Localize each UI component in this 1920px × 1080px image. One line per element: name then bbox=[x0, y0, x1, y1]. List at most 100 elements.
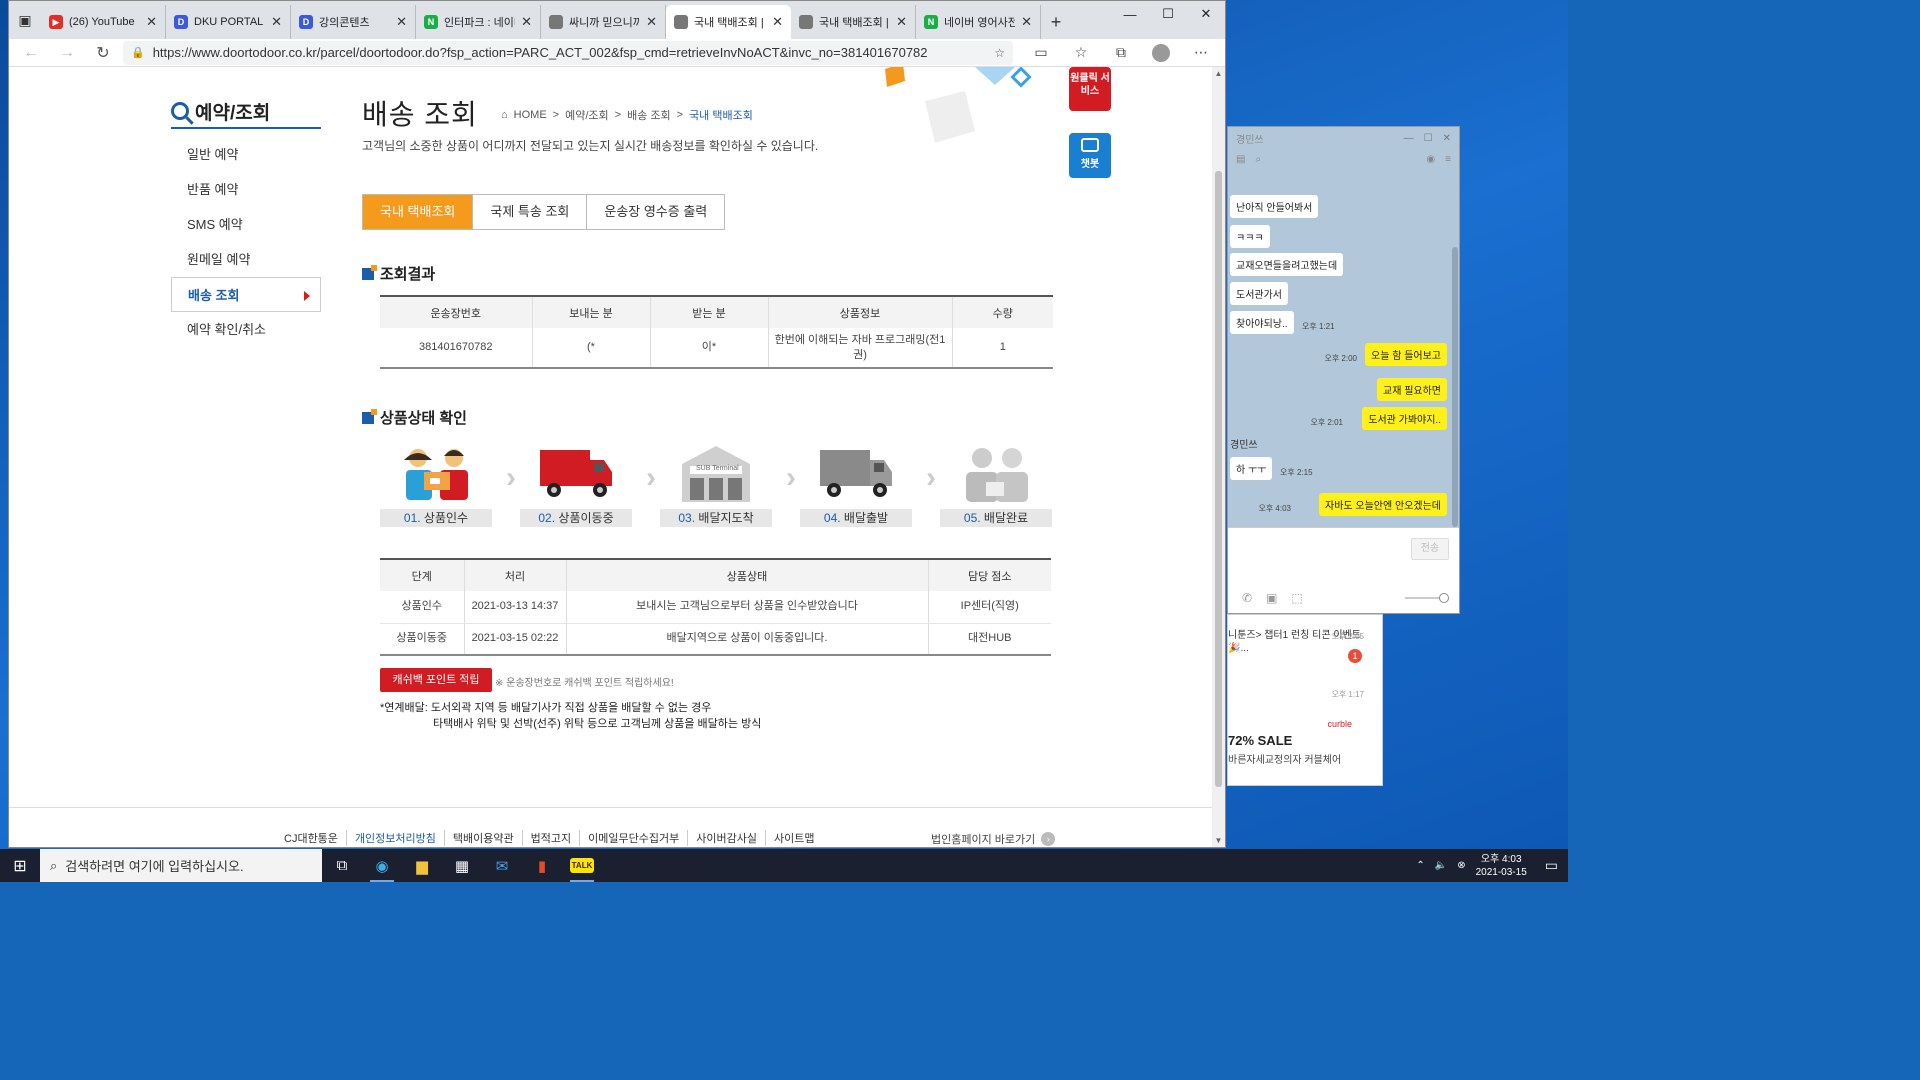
breadcrumb-item[interactable]: 배송 조회 bbox=[627, 107, 671, 123]
corporate-link[interactable]: 법인홈페이지 바로가기 › bbox=[931, 831, 1056, 847]
chat-maximize-icon[interactable]: ☐ bbox=[1424, 133, 1433, 144]
tab-close-icon[interactable]: ✕ bbox=[896, 14, 907, 30]
result-cell: 381401670782 bbox=[380, 328, 532, 369]
breadcrumb-item[interactable]: HOME bbox=[514, 109, 547, 121]
footer-link[interactable]: 사이트맵 bbox=[764, 830, 822, 846]
browser-tab[interactable]: D 강의콘텐츠 ✕ bbox=[291, 5, 416, 39]
kakaotalk-icon[interactable]: TALK bbox=[562, 849, 602, 882]
footer-link[interactable]: 법적고지 bbox=[521, 830, 579, 846]
chat-scrollbar[interactable] bbox=[1452, 247, 1458, 527]
browser-tab[interactable]: D DKU PORTAL ✕ bbox=[166, 5, 291, 39]
calendar-icon[interactable]: ▣ bbox=[1266, 591, 1277, 605]
page-scrollbar[interactable]: ▲ ▼ bbox=[1212, 67, 1225, 847]
sidebar-item[interactable]: 예약 확인/취소 bbox=[171, 312, 321, 347]
split-screen-icon[interactable]: ▭ bbox=[1023, 40, 1059, 66]
browser-tab[interactable]: N 인터파크 : 네이바 ✕ bbox=[416, 5, 541, 39]
task-view-icon[interactable]: ⧉ bbox=[322, 849, 362, 882]
breadcrumb-item[interactable]: 국내 택배조회 bbox=[689, 107, 753, 123]
tab-close-icon[interactable]: ✕ bbox=[646, 14, 657, 30]
collections-icon[interactable]: ⧉ bbox=[1103, 40, 1139, 66]
edge-icon[interactable]: ◉ bbox=[362, 849, 402, 882]
step-name: 배달출발 bbox=[843, 511, 889, 525]
tab-close-icon[interactable]: ✕ bbox=[146, 14, 157, 30]
capture-icon[interactable]: ⬚ bbox=[1291, 591, 1302, 605]
tray-expand-icon[interactable]: ⌃ bbox=[1416, 860, 1424, 871]
taskbar-search[interactable]: ⌕ 검색하려면 여기에 입력하십시오. bbox=[40, 849, 322, 882]
chat-menu-icon[interactable]: ≡ bbox=[1445, 154, 1451, 165]
tab-close-icon[interactable]: ✕ bbox=[271, 14, 282, 30]
send-button[interactable]: 전송 bbox=[1411, 538, 1449, 560]
refresh-icon[interactable]: ↻ bbox=[87, 40, 119, 66]
sidebar-item[interactable]: SMS 예약 bbox=[171, 207, 321, 242]
more-icon[interactable]: ⋯ bbox=[1183, 40, 1219, 66]
office-icon[interactable]: ▮ bbox=[522, 849, 562, 882]
add-favorite-icon[interactable]: ☆ bbox=[994, 46, 1005, 60]
browser-tab[interactable]: 국내 택배조회 | 배 ✕ bbox=[666, 5, 791, 39]
opacity-slider[interactable] bbox=[1405, 593, 1449, 603]
footer-link[interactable]: 사이버감사실 bbox=[687, 830, 765, 846]
back-icon[interactable]: ← bbox=[15, 40, 47, 66]
status-step-label: 02. 상품이동중 bbox=[520, 509, 632, 527]
close-icon[interactable]: ✕ bbox=[1187, 1, 1225, 27]
clock[interactable]: 오후 4:03 2021-03-15 bbox=[1476, 853, 1527, 879]
network-icon[interactable]: ⊗ bbox=[1457, 860, 1465, 871]
query-tab[interactable]: 국제 특송 조회 bbox=[473, 195, 588, 229]
tab-close-icon[interactable]: ✕ bbox=[521, 14, 532, 30]
history-cell: 상품인수 bbox=[380, 591, 464, 624]
chat-drawer-icon[interactable]: ▤ bbox=[1236, 154, 1245, 165]
step-number: 05. bbox=[963, 511, 981, 525]
profile-avatar[interactable] bbox=[1143, 40, 1179, 66]
call-icon[interactable]: ✆ bbox=[1242, 591, 1252, 605]
maximize-icon[interactable]: ☐ bbox=[1149, 1, 1187, 27]
mail-icon[interactable]: ✉ bbox=[482, 849, 522, 882]
sidebar-item[interactable]: 일반 예약 bbox=[171, 137, 321, 172]
sidebar-item[interactable]: 원메일 예약 bbox=[171, 242, 321, 277]
tab-close-icon[interactable]: ✕ bbox=[772, 14, 783, 30]
minimize-icon[interactable]: — bbox=[1111, 1, 1149, 27]
favorites-icon[interactable]: ☆ bbox=[1063, 40, 1099, 66]
browser-tab[interactable]: N 네이버 영어사전 ✕ bbox=[916, 5, 1041, 39]
new-tab-button[interactable]: + bbox=[1041, 5, 1071, 39]
result-heading: 조회결과 bbox=[362, 263, 435, 284]
browser-tab[interactable]: 싸니까 믿으니까 ✕ bbox=[541, 5, 666, 39]
scrollbar-thumb[interactable] bbox=[1215, 171, 1222, 787]
status-step-label: 03. 배달지도착 bbox=[660, 509, 772, 527]
browser-tab[interactable]: ▶ (26) YouTube ✕ bbox=[41, 5, 166, 39]
volume-icon[interactable]: 🔈 bbox=[1435, 860, 1447, 871]
chat-minimize-icon[interactable]: — bbox=[1404, 133, 1414, 144]
windows-start-icon[interactable]: ⊞ bbox=[0, 849, 40, 882]
footer-link[interactable]: 개인정보처리방침 bbox=[345, 830, 444, 846]
chatbot-button[interactable]: 챗봇 bbox=[1069, 133, 1111, 178]
arrow-right-icon: › bbox=[1041, 832, 1056, 846]
sidebar-item[interactable]: 반품 예약 bbox=[171, 172, 321, 207]
footer-link[interactable]: 이메일무단수집거부 bbox=[579, 830, 687, 846]
footer-link[interactable]: 택배이용약관 bbox=[443, 830, 522, 846]
scroll-down-icon[interactable]: ▼ bbox=[1212, 836, 1225, 845]
tab-close-icon[interactable]: ✕ bbox=[1021, 14, 1032, 30]
chat-input-area[interactable]: 전송 ✆ ▣ ⬚ bbox=[1228, 527, 1459, 613]
chat-search-icon[interactable]: ⌕ bbox=[1255, 154, 1261, 165]
sidebar-item[interactable]: 배송 조회 bbox=[171, 277, 321, 312]
tab-close-icon[interactable]: ✕ bbox=[396, 14, 407, 30]
file-explorer-icon[interactable]: ▆ bbox=[402, 849, 442, 882]
ad-text[interactable]: 바른자세교정의자 커블체어 bbox=[1228, 751, 1341, 766]
cashback-button[interactable]: 캐쉬백 포인트 적립 bbox=[380, 668, 492, 692]
status-step-label: 01. 상품인수 bbox=[380, 509, 492, 527]
chat-close-icon[interactable]: ✕ bbox=[1443, 133, 1451, 144]
one-click-service-button[interactable]: 원클릭 서비스 bbox=[1069, 67, 1111, 111]
footer-link[interactable]: CJ대한통운 bbox=[284, 830, 346, 846]
scroll-up-icon[interactable]: ▲ bbox=[1212, 69, 1225, 78]
history-header: 단계 bbox=[380, 559, 464, 591]
ad-sale[interactable]: 72% SALE bbox=[1228, 733, 1292, 748]
chat-bell-icon[interactable]: ◉ bbox=[1426, 154, 1435, 165]
url-field[interactable]: 🔒 https://www.doortodoor.co.kr/parcel/do… bbox=[123, 40, 1013, 65]
query-tab[interactable]: 국내 택배조회 bbox=[363, 195, 474, 229]
query-tab[interactable]: 운송장 영수증 출력 bbox=[587, 195, 725, 229]
store-icon[interactable]: ▦ bbox=[442, 849, 482, 882]
tab-actions-icon[interactable]: ▣ bbox=[9, 1, 41, 39]
breadcrumb-item[interactable]: 예약/조회 bbox=[565, 107, 609, 123]
forward-icon[interactable]: → bbox=[51, 40, 83, 66]
browser-tab[interactable]: 국내 택배조회 | 배 ✕ bbox=[791, 5, 916, 39]
notification-icon[interactable]: ▭ bbox=[1545, 857, 1558, 874]
status-step: 01. 상품인수 › bbox=[380, 439, 516, 527]
